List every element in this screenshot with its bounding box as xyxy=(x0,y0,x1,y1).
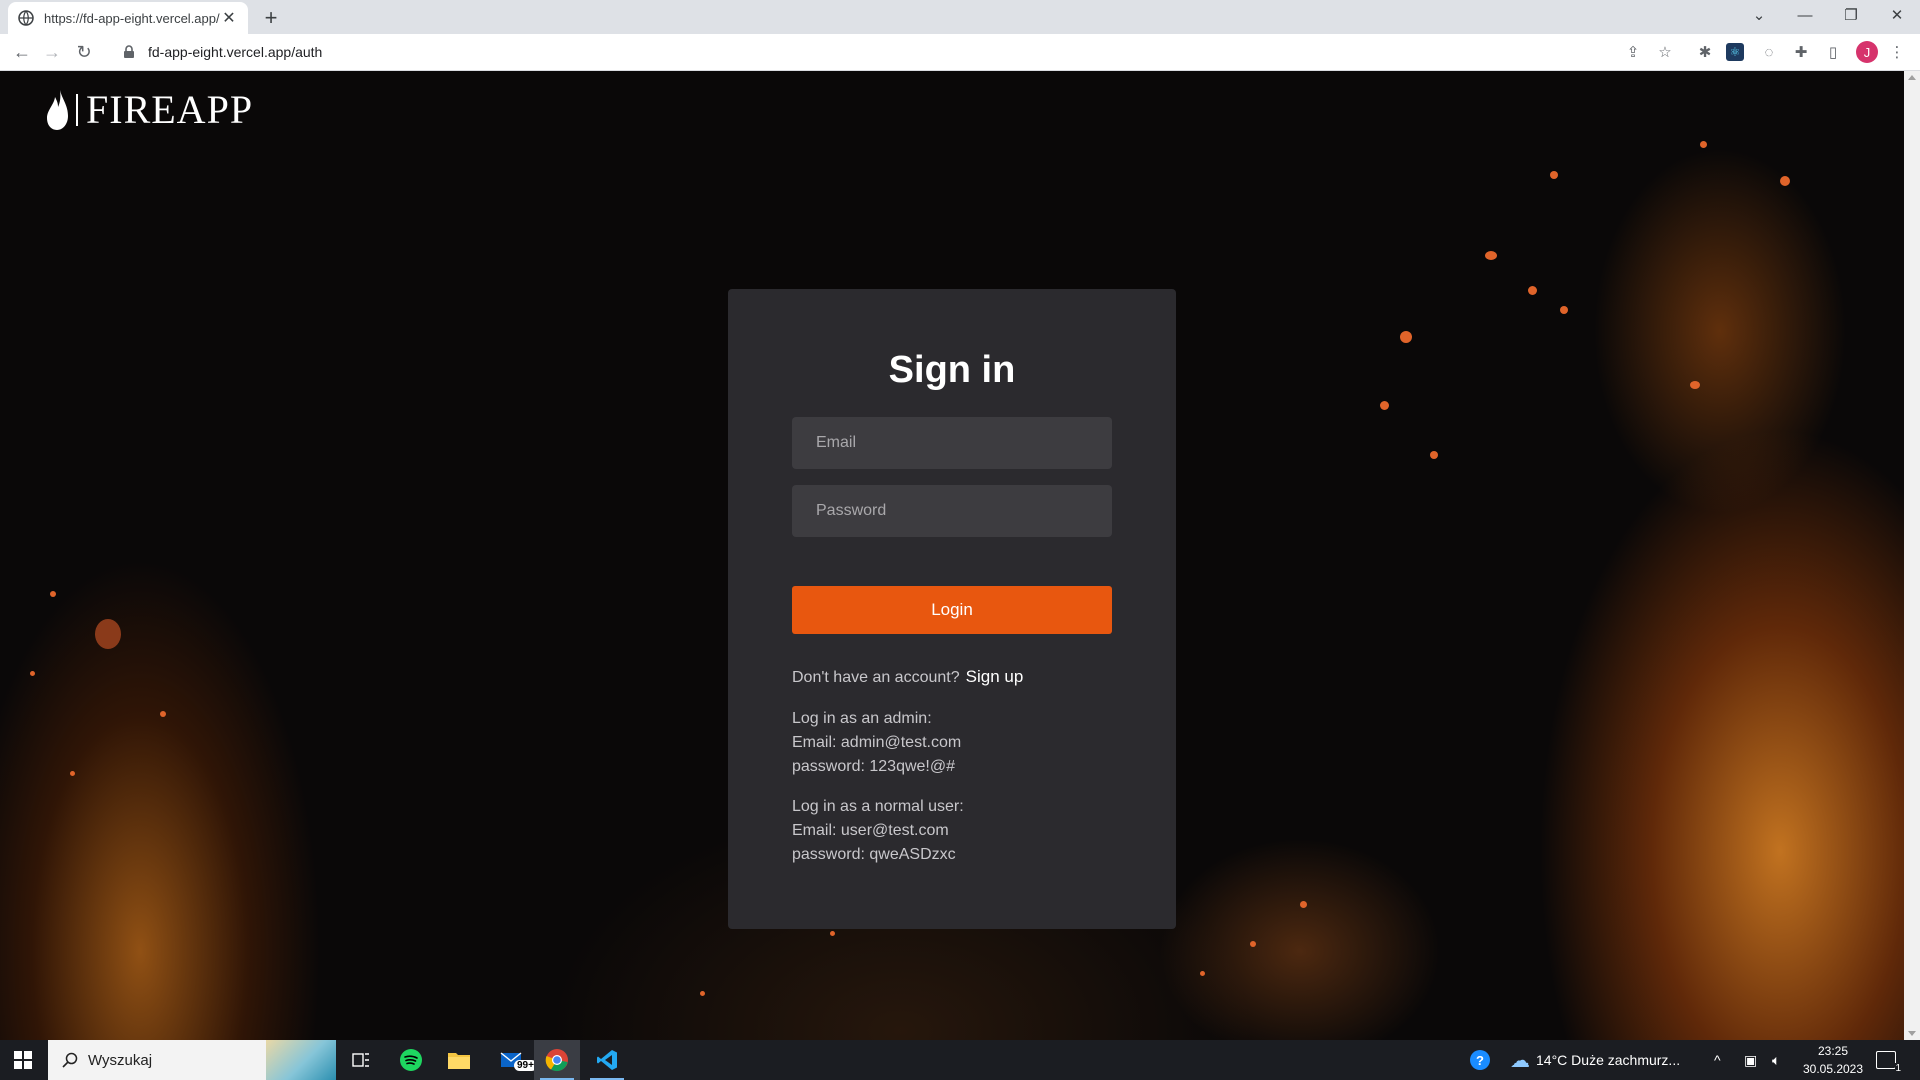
taskbar-clock[interactable]: 23:25 30.05.2023 xyxy=(1800,1042,1866,1078)
browser-tab-strip: https://fd-app-eight.vercel.app/a ✕ + ⌄ … xyxy=(0,0,1920,34)
ember-particle xyxy=(700,991,705,996)
weather-text: 14°C Duże zachmurz... xyxy=(1536,1052,1681,1068)
signup-prompt: Don't have an account? Sign up xyxy=(792,667,1023,687)
globe-icon xyxy=(18,10,34,26)
search-icon xyxy=(62,1052,78,1068)
page-viewport: FIREAPP Sign in Login Don't have an acco… xyxy=(0,71,1904,1040)
minimize-button[interactable]: — xyxy=(1782,0,1828,30)
admin-hint-title: Log in as an admin: xyxy=(792,710,932,727)
tab-title: https://fd-app-eight.vercel.app/a xyxy=(44,10,220,26)
tab-search-icon[interactable]: ⌄ xyxy=(1736,0,1782,30)
extensions-puzzle-icon[interactable]: ✚ xyxy=(1790,41,1812,63)
clock-time: 23:25 xyxy=(1817,1044,1849,1058)
task-view-icon[interactable] xyxy=(338,1040,384,1080)
search-placeholder: Wyszukaj xyxy=(88,1051,153,1069)
show-hidden-icons[interactable]: ^ xyxy=(1714,1040,1721,1080)
user-credentials-hint: Log in as a normal user: Email: user@tes… xyxy=(792,795,964,867)
vscode-icon[interactable] xyxy=(584,1040,630,1080)
ember-particle xyxy=(1300,901,1307,908)
network-icon[interactable]: ▣ xyxy=(1744,1040,1757,1080)
login-button[interactable]: Login xyxy=(792,586,1112,634)
ember-particle xyxy=(50,591,56,597)
address-bar[interactable]: fd-app-eight.vercel.app/auth xyxy=(110,38,1690,66)
ember-particle xyxy=(160,711,166,717)
weather-widget[interactable]: ☁ 14°C Duże zachmurz... xyxy=(1510,1040,1680,1080)
scroll-down-icon[interactable] xyxy=(1908,1031,1916,1036)
share-icon[interactable]: ⇪ xyxy=(1622,41,1644,63)
taskbar-search[interactable]: Wyszukaj xyxy=(48,1040,336,1080)
ember-particle xyxy=(30,671,35,676)
email-field[interactable] xyxy=(792,417,1112,469)
windows-logo-icon xyxy=(14,1051,32,1069)
ember-particle xyxy=(1400,331,1412,343)
help-icon[interactable]: ? xyxy=(1470,1040,1490,1080)
flame-icon xyxy=(47,90,68,130)
close-tab-icon[interactable]: ✕ xyxy=(220,9,238,27)
ember-particle xyxy=(1200,971,1205,976)
scroll-up-icon[interactable] xyxy=(1908,75,1916,80)
ember-particle xyxy=(1700,141,1707,148)
back-button[interactable]: ← xyxy=(8,38,36,66)
windows-taskbar: Wyszukaj 99+ ? ☁ 14°C Duże zachmurz... ^… xyxy=(0,1040,1920,1080)
ember-particle xyxy=(1560,306,1568,314)
browser-toolbar: ← → ↻ fd-app-eight.vercel.app/auth ⇪ ☆ ✱… xyxy=(0,34,1920,71)
reload-button[interactable]: ↻ xyxy=(70,38,98,66)
ember-particle xyxy=(1430,451,1438,459)
clock-date: 30.05.2023 xyxy=(1802,1062,1864,1076)
ember-particle xyxy=(1528,286,1537,295)
admin-credentials-hint: Log in as an admin: Email: admin@test.co… xyxy=(792,707,961,779)
user-hint-title: Log in as a normal user: xyxy=(792,798,964,815)
user-hint-password: password: qweASDzxc xyxy=(792,846,956,863)
lock-icon xyxy=(124,45,134,58)
restore-button[interactable]: ❐ xyxy=(1828,0,1874,30)
fireapp-logo[interactable]: FIREAPP xyxy=(46,89,253,131)
no-account-text: Don't have an account? xyxy=(792,669,960,686)
file-explorer-icon[interactable] xyxy=(436,1040,482,1080)
search-highlight-image xyxy=(266,1040,336,1080)
volume-icon[interactable]: 🔈︎ xyxy=(1772,1040,1780,1080)
admin-hint-email: Email: admin@test.com xyxy=(792,734,962,751)
ember-particle xyxy=(70,771,75,776)
profile-avatar[interactable]: J xyxy=(1856,41,1878,63)
logo-text: FIREAPP xyxy=(86,87,254,132)
side-panel-icon[interactable]: ▯ xyxy=(1822,41,1844,63)
bookmark-star-icon[interactable]: ☆ xyxy=(1654,41,1676,63)
ember-particle xyxy=(1690,381,1700,389)
mail-icon[interactable]: 99+ xyxy=(490,1040,537,1080)
browser-tab[interactable]: https://fd-app-eight.vercel.app/a ✕ xyxy=(8,2,248,34)
ember-particle xyxy=(1780,176,1790,186)
notification-count: 1 xyxy=(1895,1063,1901,1074)
ember-particle xyxy=(1380,401,1389,410)
ember-particle xyxy=(1550,171,1558,179)
page-title: Sign in xyxy=(888,349,1016,391)
extension-bug-icon[interactable]: ✱ xyxy=(1694,41,1716,63)
extension-circle-icon[interactable]: ◌ xyxy=(1758,41,1780,63)
notifications-icon[interactable]: 1 xyxy=(1876,1040,1901,1080)
sign-in-card: Sign in Login Don't have an account? Sign… xyxy=(728,289,1176,929)
ember-particle xyxy=(1250,941,1256,947)
spotify-icon[interactable] xyxy=(388,1040,434,1080)
menu-kebab-icon[interactable]: ⋮ xyxy=(1886,41,1908,63)
react-devtools-icon[interactable]: ⚛ xyxy=(1726,43,1744,61)
page-scrollbar[interactable] xyxy=(1904,71,1920,1040)
cloud-icon: ☁ xyxy=(1510,1049,1530,1072)
start-button[interactable] xyxy=(0,1040,46,1080)
new-tab-button[interactable]: + xyxy=(258,5,284,31)
ember-particle xyxy=(830,931,835,936)
url-text: fd-app-eight.vercel.app/auth xyxy=(148,44,323,60)
chrome-icon[interactable] xyxy=(534,1040,580,1080)
user-hint-email: Email: user@test.com xyxy=(792,822,949,839)
sign-up-link[interactable]: Sign up xyxy=(966,667,1024,686)
ember-particle xyxy=(95,619,121,649)
ember-particle xyxy=(1485,251,1497,260)
password-field[interactable] xyxy=(792,485,1112,537)
close-window-button[interactable]: ✕ xyxy=(1874,0,1920,30)
admin-hint-password: password: 123qwe!@# xyxy=(792,758,955,775)
forward-button[interactable]: → xyxy=(38,38,66,66)
logo-divider xyxy=(76,94,78,126)
